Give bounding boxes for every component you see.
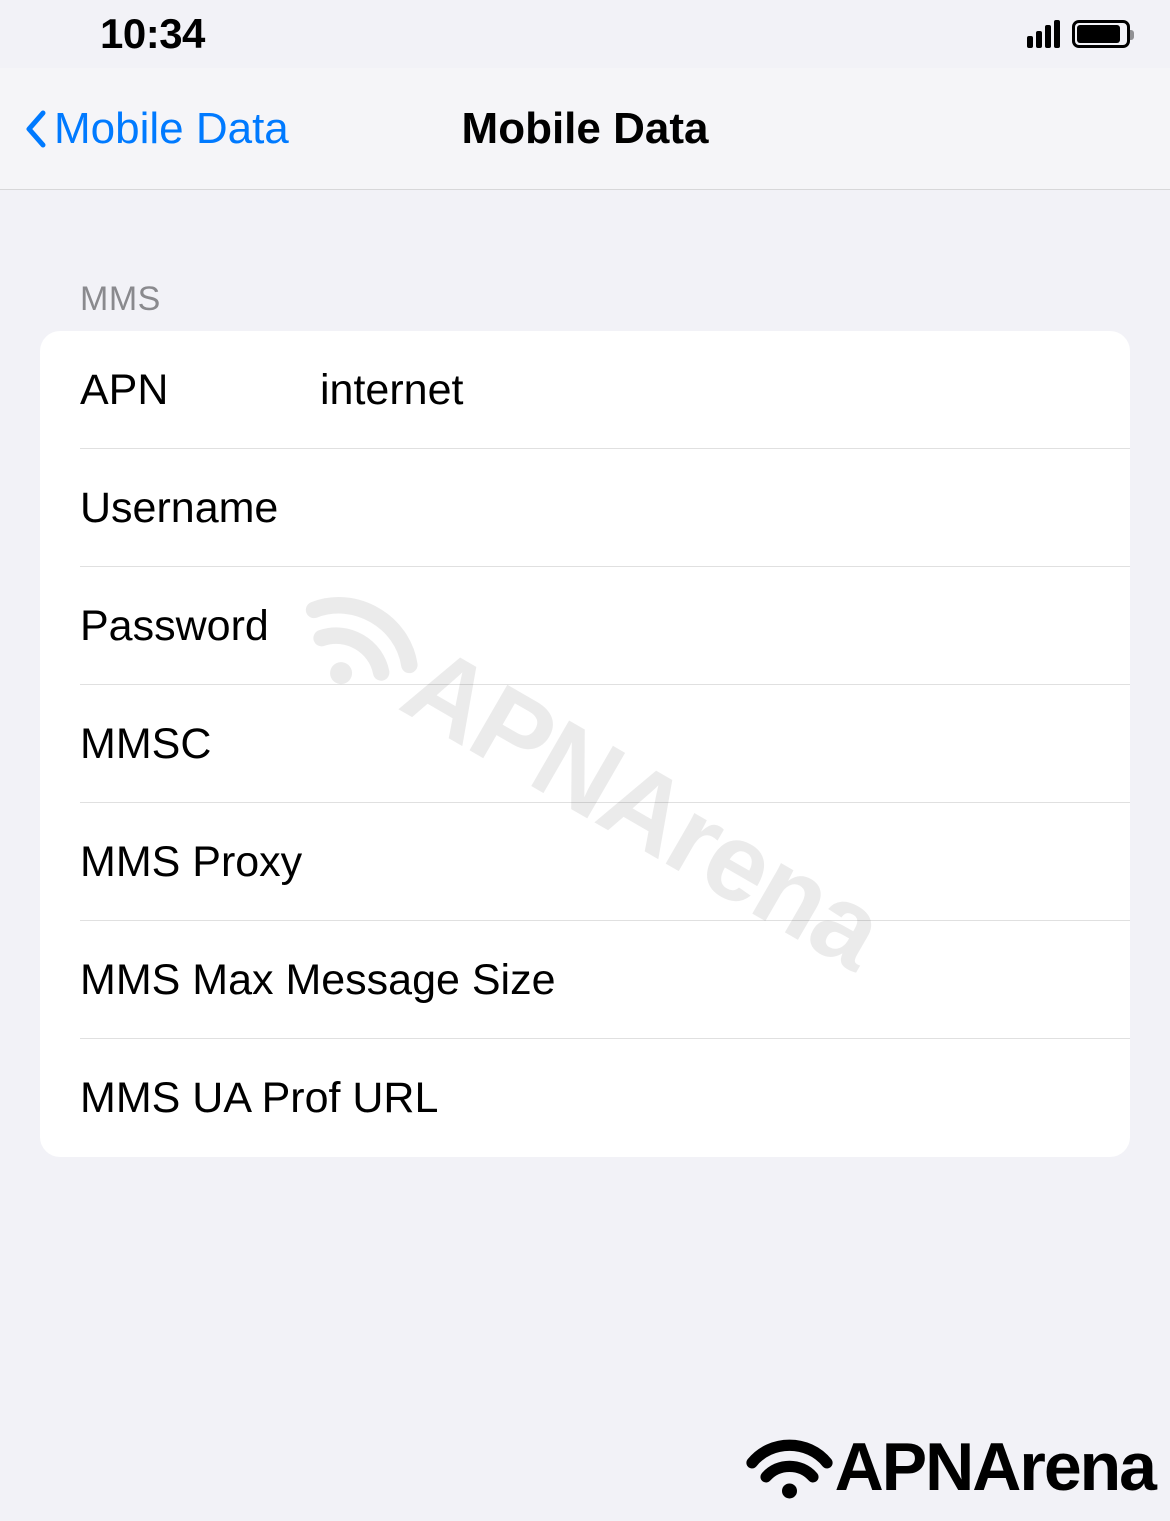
chevron-left-icon [24, 110, 46, 148]
row-mmsc[interactable]: MMSC [40, 685, 1130, 803]
input-apn[interactable] [320, 366, 1090, 415]
input-mmsc[interactable] [320, 720, 1090, 769]
row-apn[interactable]: APN [40, 331, 1130, 449]
label-mmsc: MMSC [80, 720, 320, 769]
footer-logo: APNArena [742, 1428, 1155, 1506]
label-username: Username [80, 484, 320, 533]
nav-bar: Mobile Data Mobile Data [0, 68, 1170, 190]
back-label: Mobile Data [54, 104, 289, 154]
section-header-mms: MMS [40, 190, 1130, 331]
settings-panel: APN Username Password MMSC MMS Proxy MMS… [40, 331, 1130, 1157]
label-password: Password [80, 602, 320, 651]
cellular-signal-icon [1027, 20, 1060, 48]
battery-icon [1072, 20, 1130, 48]
status-bar: 10:34 [0, 0, 1170, 68]
input-username[interactable] [320, 484, 1090, 533]
row-mms-proxy[interactable]: MMS Proxy [40, 803, 1130, 921]
back-button[interactable]: Mobile Data [24, 104, 289, 154]
wifi-icon [742, 1430, 837, 1505]
row-password[interactable]: Password [40, 567, 1130, 685]
nav-title: Mobile Data [462, 104, 709, 154]
row-mms-ua-prof-url[interactable]: MMS UA Prof URL [40, 1039, 1130, 1157]
row-username[interactable]: Username [40, 449, 1130, 567]
input-mms-proxy[interactable] [322, 838, 1090, 887]
input-password[interactable] [320, 602, 1090, 651]
label-mms-max-size: MMS Max Message Size [80, 956, 1090, 1005]
label-apn: APN [80, 366, 320, 415]
label-mms-ua-prof-url: MMS UA Prof URL [80, 1074, 1090, 1123]
row-mms-max-size[interactable]: MMS Max Message Size [40, 921, 1130, 1039]
label-mms-proxy: MMS Proxy [80, 838, 322, 887]
status-time: 10:34 [100, 10, 205, 58]
status-icons [1027, 20, 1130, 48]
